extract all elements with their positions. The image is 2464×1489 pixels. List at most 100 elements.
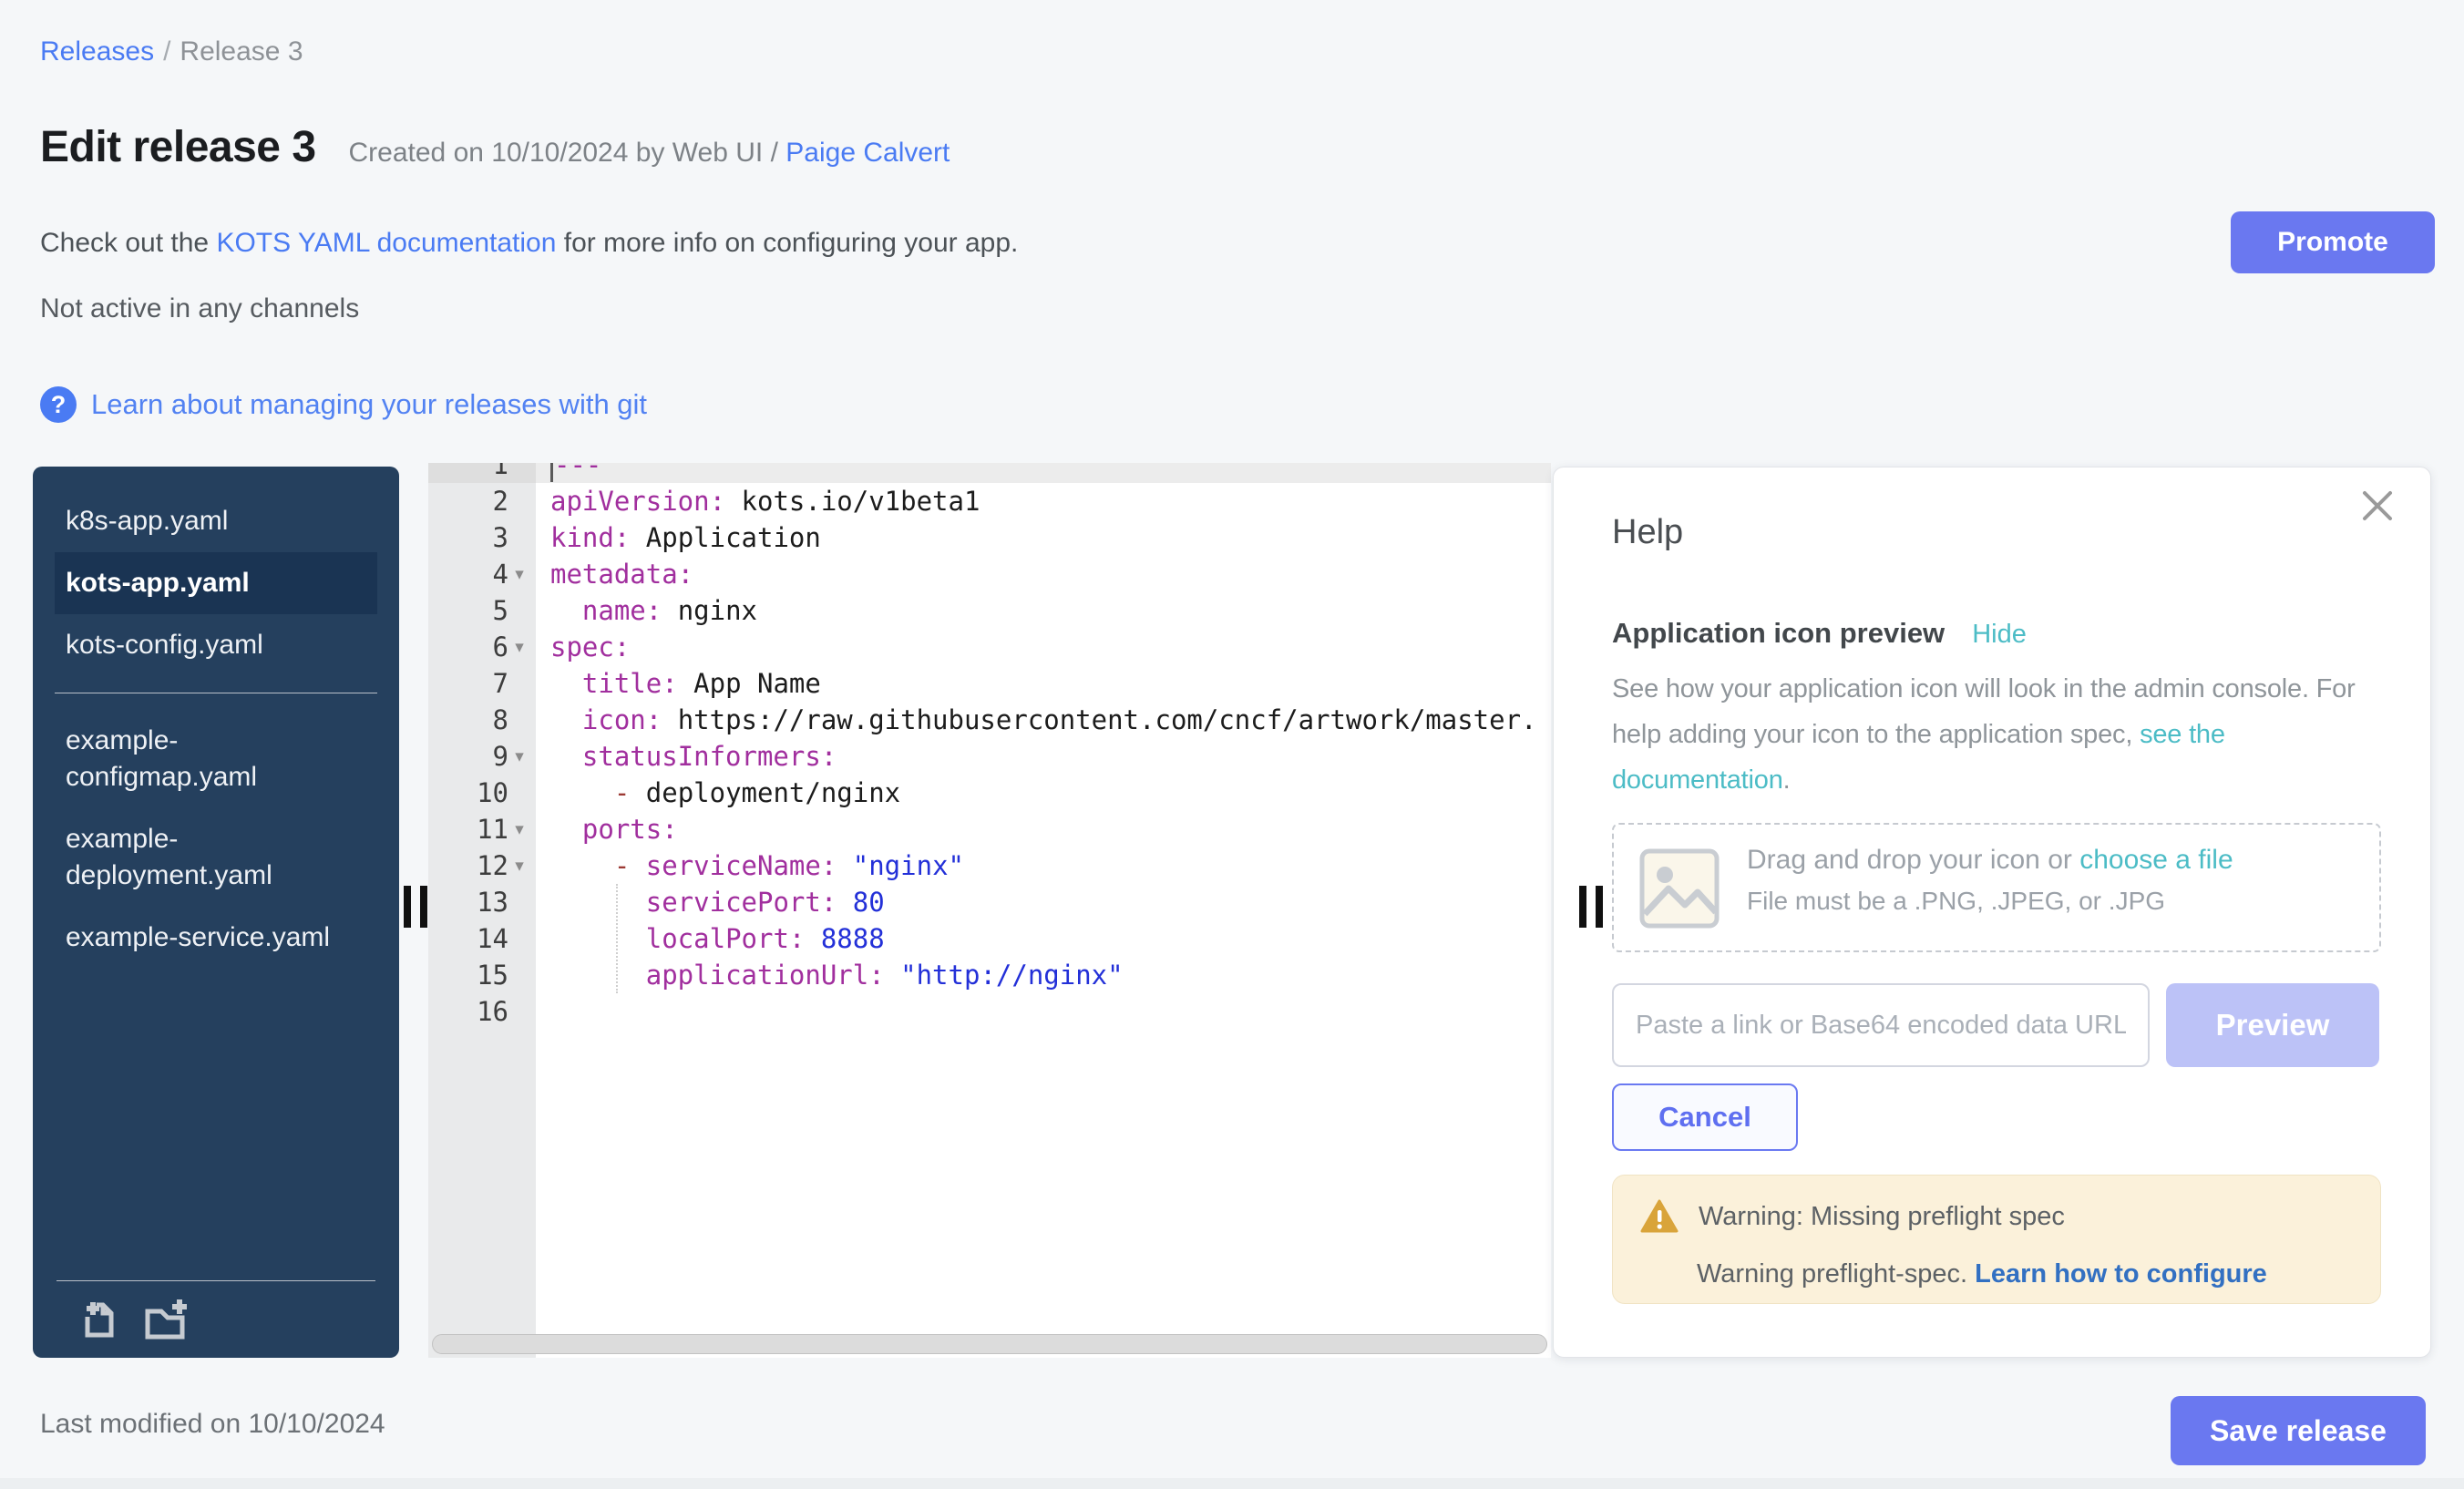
line-number: 2 — [493, 486, 508, 517]
editor-line-1[interactable]: 1 --- — [428, 463, 1551, 483]
file-item-kots-config.yaml[interactable]: kots-config.yaml — [55, 614, 377, 676]
file-item-example-service.yaml[interactable]: example-service.yaml — [55, 907, 377, 969]
dropzone-file-types: File must be a .PNG, .JPEG, or .JPG — [1747, 887, 2233, 916]
editor-line-15[interactable]: 15 applicationUrl: "http://nginx" — [428, 957, 1551, 993]
code-text[interactable]: - deployment/nginx — [536, 775, 1551, 811]
promote-button[interactable]: Promote — [2231, 211, 2435, 273]
fold-arrow-icon[interactable]: ▾ — [508, 746, 530, 767]
editor-line-3[interactable]: 3kind: Application — [428, 519, 1551, 556]
editor-horizontal-scrollbar[interactable] — [432, 1334, 1547, 1354]
intro-after: for more info on configuring your app. — [556, 228, 1018, 258]
description-text: See how your application icon will look … — [1612, 674, 2356, 749]
icon-url-input[interactable] — [1612, 983, 2150, 1067]
file-item-kots-app.yaml[interactable]: kots-app.yaml — [55, 552, 377, 614]
fold-arrow-icon[interactable]: ▾ — [508, 637, 530, 658]
icon-preview-section-header: Application icon preview Hide — [1612, 617, 2027, 650]
icon-dropzone[interactable]: Drag and drop your icon or choose a file… — [1612, 823, 2381, 952]
cancel-button[interactable]: Cancel — [1612, 1083, 1798, 1151]
line-number: 9 — [493, 741, 508, 772]
preflight-warning: Warning: Missing preflight spec Warning … — [1612, 1175, 2381, 1304]
editor-line-4[interactable]: 4▾metadata: — [428, 556, 1551, 592]
editor-line-16[interactable]: 16 — [428, 993, 1551, 1030]
editor-line-10[interactable]: 10 - deployment/nginx — [428, 775, 1551, 811]
file-item-example-configmap.yaml[interactable]: example-configmap.yaml — [55, 710, 377, 808]
dropzone-instruction: Drag and drop your icon or — [1747, 845, 2079, 875]
code-text[interactable]: title: App Name — [536, 665, 1551, 702]
warning-title: Warning: Missing preflight spec — [1699, 1202, 2065, 1232]
editor-line-5[interactable]: 5 name: nginx — [428, 592, 1551, 629]
warning-detail: Warning preflight-spec. Learn how to con… — [1697, 1259, 2353, 1289]
line-number: 7 — [493, 668, 508, 699]
dropzone-text: Drag and drop your icon or choose a file… — [1747, 845, 2233, 916]
editor-line-6[interactable]: 6▾spec: — [428, 629, 1551, 665]
image-placeholder-icon — [1638, 847, 1721, 930]
yaml-editor[interactable]: 1 --- 2 apiVersion: kots.io/v1beta13kind: A… — [428, 463, 1551, 1358]
channel-status-text: Not active in any channels — [40, 293, 359, 324]
line-number: 15 — [477, 960, 508, 991]
line-number: 13 — [477, 887, 508, 918]
fold-arrow-icon[interactable]: ▾ — [508, 856, 530, 877]
git-releases-link[interactable]: Learn about managing your releases with … — [91, 388, 647, 421]
new-file-button[interactable] — [75, 1297, 120, 1345]
file-tree-actions — [75, 1297, 191, 1345]
breadcrumb-separator: / — [154, 36, 180, 67]
learn-how-to-configure-link[interactable]: Learn how to configure — [1975, 1259, 2267, 1289]
file-list-top: k8s-app.yamlkots-app.yamlkots-config.yam… — [33, 467, 399, 676]
description-period: . — [1783, 765, 1791, 795]
line-number: 11 — [477, 814, 508, 845]
code-text[interactable]: metadata: — [536, 556, 1551, 592]
preview-button[interactable]: Preview — [2166, 983, 2379, 1067]
breadcrumb-current: Release 3 — [180, 36, 303, 67]
git-help-row[interactable]: ? Learn about managing your releases wit… — [40, 386, 647, 423]
intro-before: Check out the — [40, 228, 216, 258]
editor-line-13[interactable]: 13 servicePort: 80 — [428, 884, 1551, 920]
code-text[interactable]: icon: https://raw.githubusercontent.com/… — [536, 702, 1551, 738]
editor-line-8[interactable]: 8 icon: https://raw.githubusercontent.co… — [428, 702, 1551, 738]
code-text[interactable]: servicePort: 80 — [536, 884, 1551, 920]
editor-line-9[interactable]: 9▾ statusInformers: — [428, 738, 1551, 775]
editor-lines: 1 --- 2 apiVersion: kots.io/v1beta13kind: A… — [428, 463, 1551, 1030]
breadcrumb: Releases/Release 3 — [40, 36, 303, 67]
file-item-k8s-app.yaml[interactable]: k8s-app.yaml — [55, 490, 377, 552]
new-folder-button[interactable] — [140, 1297, 191, 1345]
close-help-button[interactable] — [2359, 488, 2396, 527]
page-title: Edit release 3 — [40, 122, 316, 172]
created-author-link[interactable]: Paige Calvert — [785, 138, 950, 168]
breadcrumb-releases-link[interactable]: Releases — [40, 36, 154, 67]
code-text[interactable]: localPort: 8888 — [536, 920, 1551, 957]
indent-guide — [616, 884, 618, 993]
code-text[interactable]: - serviceName: "nginx" — [536, 847, 1551, 884]
line-number: 12 — [477, 850, 508, 881]
save-release-button[interactable]: Save release — [2171, 1396, 2426, 1465]
file-tree-bottom-divider — [56, 1280, 375, 1281]
line-number: 1 — [493, 463, 508, 480]
editor-line-12[interactable]: 12▾ - serviceName: "nginx" — [428, 847, 1551, 884]
line-number: 16 — [477, 996, 508, 1027]
code-text[interactable] — [536, 993, 1551, 1030]
hide-link[interactable]: Hide — [1972, 620, 2027, 650]
editor-line-14[interactable]: 14 localPort: 8888 — [428, 920, 1551, 957]
release-editor-page: Releases/Release 3 Edit release 3 Create… — [0, 0, 2464, 1489]
new-file-icon — [77, 1299, 118, 1340]
fold-arrow-icon[interactable]: ▾ — [508, 564, 530, 585]
code-text[interactable]: kind: Application — [536, 519, 1551, 556]
warning-detail-text: Warning preflight-spec. — [1697, 1259, 1975, 1289]
icon-preview-title: Application icon preview — [1612, 617, 1945, 650]
editor-line-11[interactable]: 11▾ ports: — [428, 811, 1551, 847]
help-panel-resize-handle[interactable] — [1576, 886, 1618, 928]
intro-text: Check out the KOTS YAML documentation fo… — [40, 228, 1018, 259]
code-text[interactable]: ports: — [536, 811, 1551, 847]
code-text[interactable]: spec: — [536, 629, 1551, 665]
code-text[interactable]: apiVersion: kots.io/v1beta1 — [536, 483, 1551, 519]
choose-file-link[interactable]: choose a file — [2079, 845, 2233, 875]
code-text[interactable]: --- — [536, 463, 1551, 483]
fold-arrow-icon[interactable]: ▾ — [508, 819, 530, 840]
file-item-example-deployment.yaml[interactable]: example-deployment.yaml — [55, 808, 377, 907]
kots-yaml-doc-link[interactable]: KOTS YAML documentation — [216, 228, 556, 258]
last-modified-text: Last modified on 10/10/2024 — [40, 1409, 385, 1440]
editor-line-7[interactable]: 7 title: App Name — [428, 665, 1551, 702]
code-text[interactable]: statusInformers: — [536, 738, 1551, 775]
code-text[interactable]: applicationUrl: "http://nginx" — [536, 957, 1551, 993]
code-text[interactable]: name: nginx — [536, 592, 1551, 629]
editor-line-2[interactable]: 2 apiVersion: kots.io/v1beta1 — [428, 483, 1551, 519]
